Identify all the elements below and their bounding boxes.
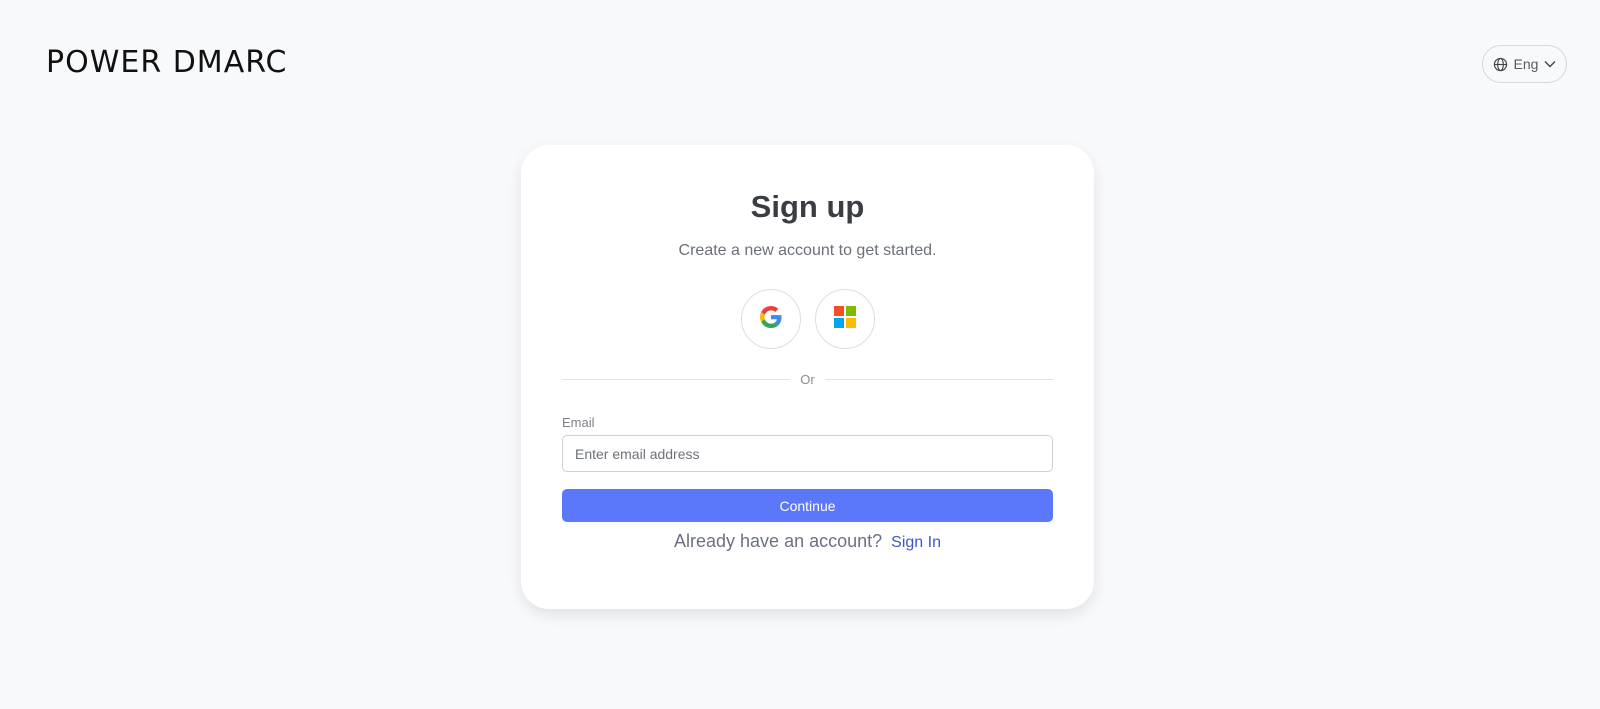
page-title: Sign up bbox=[750, 189, 865, 224]
microsoft-signup-button[interactable] bbox=[814, 289, 875, 349]
language-selector[interactable]: Eng bbox=[1482, 45, 1567, 83]
divider-text: Or bbox=[800, 371, 815, 387]
chevron-down-icon bbox=[1544, 60, 1556, 68]
continue-button[interactable]: Continue bbox=[562, 489, 1053, 522]
email-label: Email bbox=[562, 415, 595, 430]
divider-line-left bbox=[562, 378, 791, 380]
powerdmarc-logo[interactable]: POWER DMARC bbox=[46, 44, 288, 80]
signin-row: Already have an account? Sign In bbox=[521, 531, 1094, 552]
google-signup-button[interactable] bbox=[740, 289, 801, 349]
page-subtitle: Create a new account to get started. bbox=[678, 242, 937, 259]
google-icon bbox=[759, 305, 782, 333]
email-field[interactable] bbox=[562, 435, 1053, 472]
social-login-group bbox=[521, 289, 1094, 349]
logo-text: POWER DMARC bbox=[46, 44, 288, 80]
language-label: Eng bbox=[1513, 56, 1539, 72]
signin-prompt: Already have an account? bbox=[674, 531, 883, 551]
or-divider: Or bbox=[562, 371, 1054, 387]
globe-icon bbox=[1493, 57, 1508, 72]
signin-link[interactable]: Sign In bbox=[891, 534, 941, 551]
signup-card: Sign up Create a new account to get star… bbox=[521, 145, 1094, 609]
microsoft-icon bbox=[833, 305, 856, 333]
divider-line-right bbox=[824, 378, 1054, 380]
